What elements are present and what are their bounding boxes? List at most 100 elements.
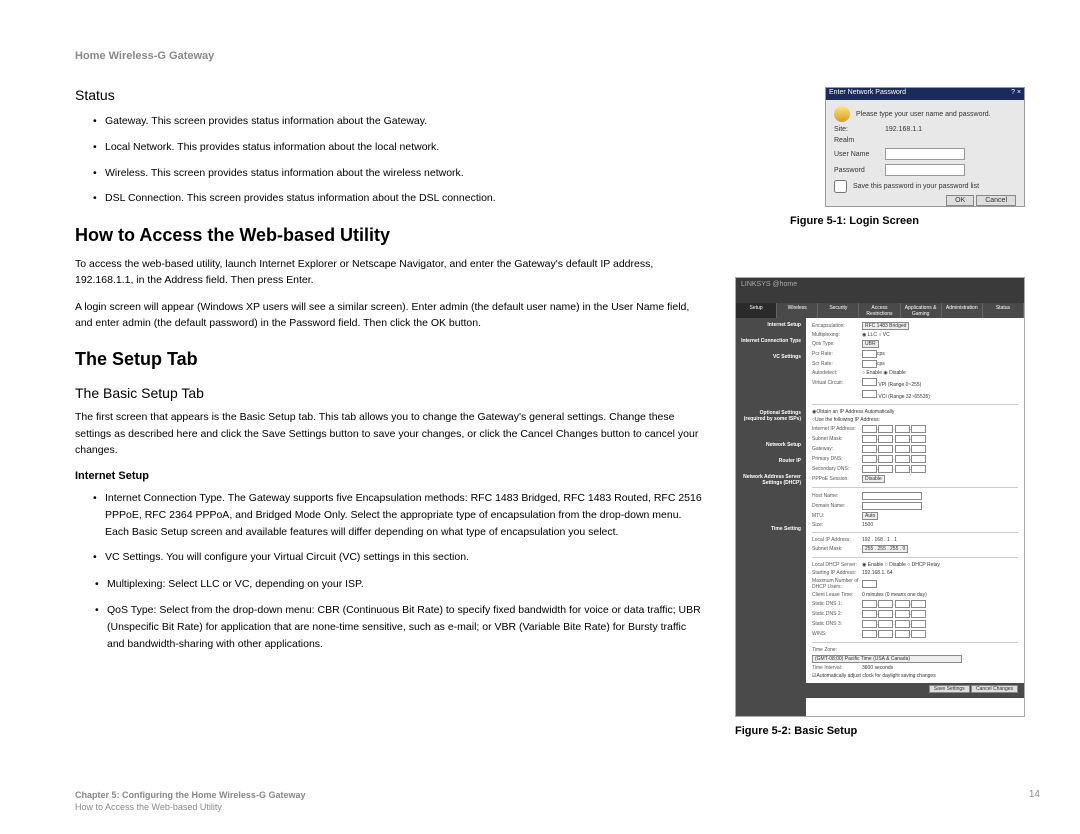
start-label: Starting IP Address: [812,570,862,576]
pcr-input[interactable] [862,350,877,358]
side-label: Internet Setup [738,322,804,328]
mask-label: Subnet Mask: [812,436,862,442]
tab-status[interactable]: Status [983,303,1024,318]
dhcp-opts[interactable]: ◉ Enable ○ Disable ○ DHCP Relay [862,562,940,568]
login-dialog-title: Enter Network Password [829,89,906,99]
side-label: Router IP [738,458,804,464]
footer-section: How to Access the Web-based Utility [75,802,222,812]
mux-value[interactable]: ◉ LLC ○ VC [862,332,1018,338]
page-number: 14 [1029,789,1040,800]
mtu-label: MTU: [812,513,862,519]
basic-setup-heading: The Basic Setup Tab [75,385,705,401]
scr-label: Scr Rate: [812,361,862,367]
status-item: Local Network. This provides status info… [93,139,705,156]
pcr-label: Pcr Rate: [812,351,862,357]
save-settings-button[interactable]: Save Settings [929,685,970,693]
basic-setup-para: The first screen that appears is the Bas… [75,409,705,458]
setup-nav: Setup Wireless Security Access Restricti… [736,303,1024,318]
save-pw-checkbox[interactable] [834,180,847,193]
pw-input[interactable] [885,164,965,176]
site-value: 192.168.1.1 [885,126,922,133]
side-label: Time Setting [738,526,804,532]
setup-heading: The Setup Tab [75,349,705,370]
figure-login-screen: Enter Network Password ? × Please type y… [825,87,1025,207]
ti-value[interactable]: 3600 seconds [862,665,893,671]
setup-brand: LINKSYS @home [741,281,797,288]
max-label: Maximum Number of DHCP Users: [812,578,862,590]
wins-label: WINS: [812,631,862,637]
user-input[interactable] [885,148,965,160]
internet-sublist: Multiplexing: Select LLC or VC, dependin… [95,576,705,652]
adj-label[interactable]: Automatically adjust clock for daylight … [816,673,935,679]
max-input[interactable] [862,580,877,588]
tz-label: Time Zone: [812,647,862,653]
access-heading: How to Access the Web-based Utility [75,225,705,246]
tab-wireless[interactable]: Wireless [777,303,818,318]
auto-label: Autodetect: [812,370,862,376]
access-para-1: To access the web-based utility, launch … [75,256,705,289]
size-value: 1500 [862,522,873,528]
mux-label: Multiplexing: [812,332,862,338]
internet-subitem: Multiplexing: Select LLC or VC, dependin… [95,576,705,593]
figure-basic-setup: LINKSYS @home Setup Wireless Security Ac… [735,277,1025,717]
obtain-label[interactable]: Obtain an IP Address Automatically [816,409,894,415]
vci-hint: VCI (Range 32~65535) [878,394,930,400]
save-pw-label: Save this password in your password list [853,183,979,190]
key-icon [834,106,850,122]
start-value[interactable]: 192.168.1. 64 [862,570,893,576]
tab-apps[interactable]: Applications & Gaming [901,303,942,318]
use-label[interactable]: Use the following IP Address: [815,417,880,423]
status-item: DSL Connection. This screen provides sta… [93,190,705,207]
smask-select[interactable]: 255 . 255 . 255 . 0 [862,545,908,553]
auto-value[interactable]: ○ Enable ◉ Disable [862,370,1018,376]
qos-select[interactable]: UBR [862,340,879,348]
status-item: Wireless. This screen provides status in… [93,165,705,182]
login-titlebar: Enter Network Password ? × [826,88,1024,100]
tab-setup[interactable]: Setup [736,303,777,318]
figure-basic-caption: Figure 5-2: Basic Setup [735,725,1025,737]
tz-select[interactable]: (GMT-08:00) Pacific Time (USA & Canada) [812,655,962,663]
gw-label: Gateway: [812,446,862,452]
figures-column: Enter Network Password ? × Please type y… [735,87,1025,737]
vpi-input[interactable] [862,378,877,386]
status-list: Gateway. This screen provides status inf… [93,113,705,207]
document-header: Home Wireless-G Gateway [75,50,1040,62]
main-columns: Status Gateway. This screen provides sta… [75,87,1040,737]
lease-value[interactable]: 0 minutes (0 means one day) [862,592,927,598]
host-input[interactable] [862,492,922,500]
footer-chapter: Chapter 5: Configuring the Home Wireless… [75,790,305,800]
lip-value[interactable]: 192 . 168 . 1 . 1 [862,537,897,543]
vci-input[interactable] [862,390,877,398]
lip-label: Local IP Address: [812,537,862,543]
site-label: Site: [834,126,879,133]
domain-label: Domain Name: [812,503,862,509]
size-label: Size: [812,522,862,528]
tab-security[interactable]: Security [818,303,859,318]
dhcp-label: Local DHCP Server: [812,562,862,568]
pdns-label: Primary DNS: [812,456,862,462]
access-para-2: A login screen will appear (Windows XP u… [75,299,705,332]
side-label: Network Setup [738,442,804,448]
scr-input[interactable] [862,360,877,368]
mtu-select[interactable]: Auto [862,512,878,520]
pppoe-select[interactable]: Disable [862,475,885,483]
s1-label: Static DNS 1: [812,601,862,607]
internet-subitem: QoS Type: Select from the drop-down menu… [95,602,705,652]
host-label: Host Name: [812,493,862,499]
status-item: Gateway. This screen provides status inf… [93,113,705,130]
tab-admin[interactable]: Administration [942,303,983,318]
setup-side-labels: Internet Setup Internet Connection Type … [736,318,806,716]
vc-label: Virtual Circuit: [812,380,862,386]
content-column: Status Gateway. This screen provides sta… [75,87,705,737]
enc-select[interactable]: RFC 1483 Bridged [862,322,909,330]
cancel-button[interactable]: Cancel [976,195,1016,206]
realm-label: Realm [834,137,879,144]
ip-1[interactable] [862,425,877,433]
side-label: Internet Connection Type [738,338,804,344]
setup-banner: LINKSYS @home [736,278,1024,303]
domain-input[interactable] [862,502,922,510]
ok-button[interactable]: OK [946,195,974,206]
enc-label: Encapsulation: [812,323,862,329]
tab-access[interactable]: Access Restrictions [859,303,900,318]
cancel-changes-button[interactable]: Cancel Changes [971,685,1018,693]
